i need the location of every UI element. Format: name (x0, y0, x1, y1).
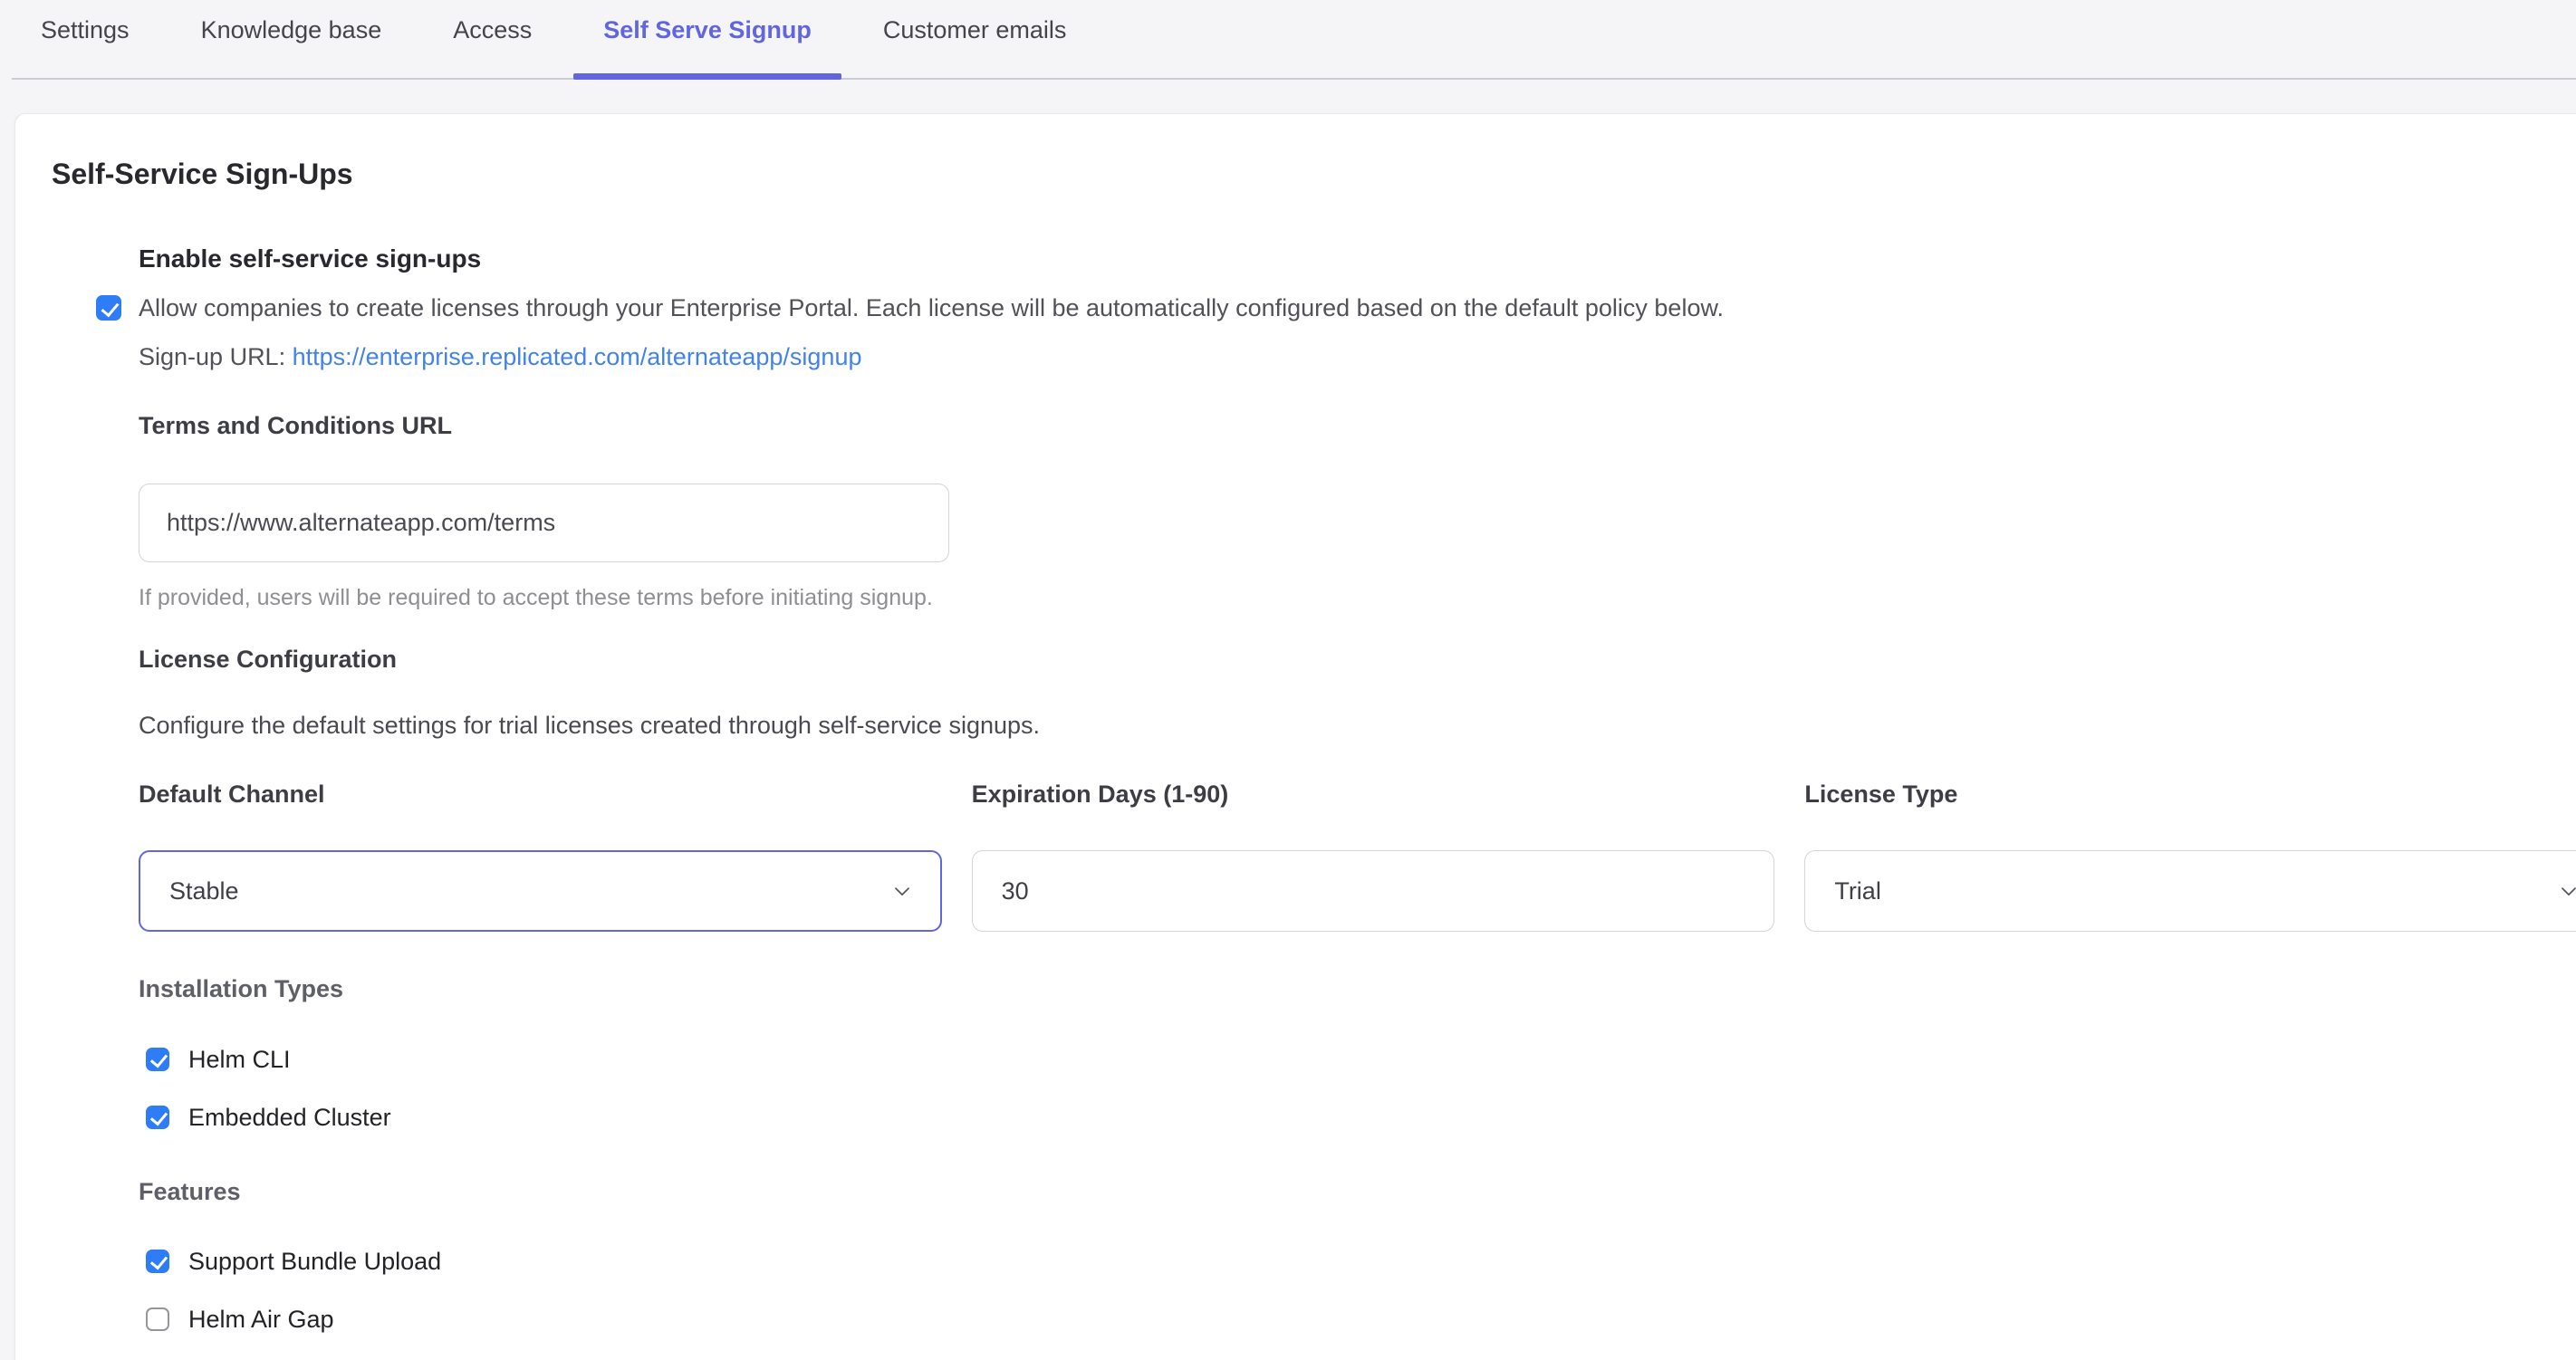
license-type-label: License Type (1804, 780, 2576, 809)
enable-signups-description: Allow companies to create licenses throu… (139, 294, 1724, 321)
feature-option-support-bundle-upload: Support Bundle Upload (139, 1246, 2576, 1277)
embedded-cluster-label: Embedded Cluster (188, 1102, 391, 1133)
license-configuration-heading: License Configuration (139, 645, 2576, 674)
support-bundle-upload-checkbox[interactable] (146, 1250, 169, 1273)
default-channel-field: Default Channel Stable (139, 780, 942, 932)
enable-signups-row: Allow companies to create licenses throu… (139, 293, 2576, 322)
signup-url-link[interactable]: https://enterprise.replicated.com/altern… (293, 343, 862, 370)
license-config-field-grid: Default Channel Stable Expiration Days (… (139, 780, 2576, 932)
tab-knowledge-base[interactable]: Knowledge base (171, 0, 412, 80)
page-title: Self-Service Sign-Ups (52, 157, 2576, 191)
expiration-days-input-wrap (972, 850, 1775, 932)
default-channel-select[interactable]: Stable (139, 850, 942, 932)
enable-signups-heading: Enable self-service sign-ups (139, 244, 2576, 274)
installation-option-helm-cli: Helm CLI (139, 1044, 2576, 1075)
installation-option-embedded-cluster: Embedded Cluster (139, 1102, 2576, 1133)
tabbar-divider (12, 78, 2576, 80)
terms-url-input[interactable] (139, 484, 949, 562)
default-channel-value: Stable (169, 877, 889, 905)
license-configuration-description: Configure the default settings for trial… (139, 711, 2576, 740)
terms-url-help-text: If provided, users will be required to a… (139, 584, 2576, 611)
enable-signups-checkbox[interactable] (96, 295, 121, 321)
tab-self-serve-signup[interactable]: Self Serve Signup (573, 0, 841, 80)
features-label: Features (139, 1177, 2576, 1206)
expiration-days-label: Expiration Days (1-90) (972, 780, 1775, 809)
terms-url-label: Terms and Conditions URL (139, 411, 2576, 440)
license-type-value: Trial (1834, 877, 2556, 905)
support-bundle-upload-label: Support Bundle Upload (188, 1246, 441, 1277)
expiration-days-input[interactable] (1002, 877, 1749, 905)
signup-url-row: Sign-up URL: https://enterprise.replicat… (139, 342, 2576, 371)
self-service-signups-card: Self-Service Sign-Ups Enable self-servic… (14, 113, 2576, 1360)
embedded-cluster-checkbox[interactable] (146, 1106, 169, 1129)
helm-cli-label: Helm CLI (188, 1044, 291, 1075)
default-channel-label: Default Channel (139, 780, 942, 809)
chevron-down-icon (2556, 878, 2576, 904)
tab-label: Self Serve Signup (603, 16, 812, 43)
helm-cli-checkbox[interactable] (146, 1048, 169, 1071)
helm-air-gap-label: Helm Air Gap (188, 1304, 334, 1335)
tab-bar: Settings Knowledge base Access Self Serv… (0, 0, 2576, 80)
tab-customer-emails[interactable]: Customer emails (853, 0, 1097, 80)
installation-types-label: Installation Types (139, 974, 2576, 1003)
tab-access[interactable]: Access (423, 0, 562, 80)
license-type-field: License Type Trial (1804, 780, 2576, 932)
helm-air-gap-checkbox[interactable] (146, 1307, 169, 1331)
active-tab-underline (573, 73, 841, 80)
tab-settings[interactable]: Settings (11, 0, 159, 80)
expiration-days-field: Expiration Days (1-90) (972, 780, 1775, 932)
chevron-down-icon (889, 878, 915, 904)
license-type-select[interactable]: Trial (1804, 850, 2576, 932)
feature-option-helm-air-gap: Helm Air Gap (139, 1304, 2576, 1335)
signup-url-label: Sign-up URL: (139, 343, 285, 370)
